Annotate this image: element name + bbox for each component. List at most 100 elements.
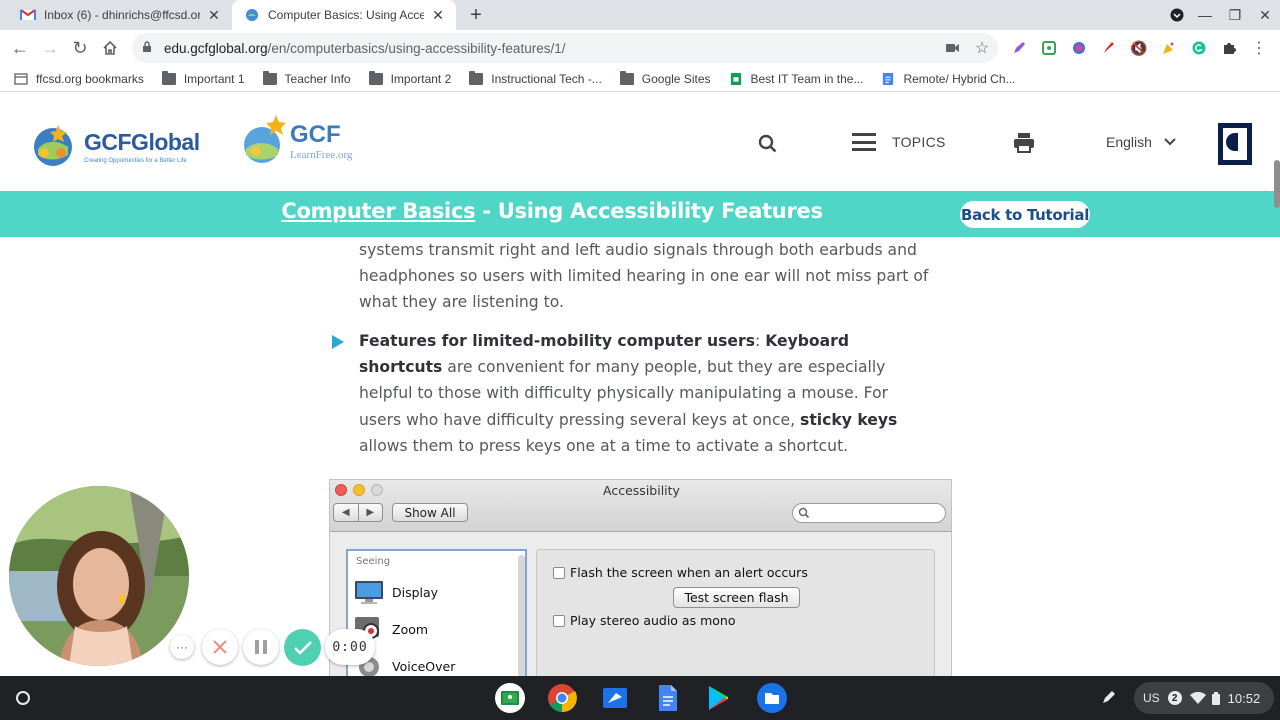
logo-brand-text: GCF bbox=[290, 121, 341, 148]
stylus-tools-icon[interactable] bbox=[1096, 684, 1122, 710]
cancel-recording-button[interactable] bbox=[202, 629, 238, 665]
gcf-learnfree-logo[interactable]: GCF LearnFree.org bbox=[242, 113, 382, 169]
mac-list-header: Seeing bbox=[356, 556, 391, 567]
search-icon[interactable] bbox=[757, 133, 779, 155]
bookmark-star-icon[interactable]: ☆ bbox=[973, 39, 991, 57]
term-sticky-keys: sticky keys bbox=[800, 410, 898, 429]
gmail-icon bbox=[20, 7, 36, 23]
status-tray[interactable]: US 2 10:52 bbox=[1134, 682, 1274, 714]
url-path: /en/computerbasics/using-accessibility-f… bbox=[267, 40, 566, 56]
new-tab-button[interactable]: + bbox=[465, 5, 487, 25]
party-extension-icon[interactable] bbox=[1160, 39, 1178, 57]
more-options-icon[interactable]: ··· bbox=[170, 635, 194, 659]
bookmark-ffcsd[interactable]: ffcsd.org bookmarks bbox=[14, 72, 144, 86]
forward-arrow-icon[interactable]: → bbox=[38, 36, 62, 60]
paragraph-hearing: systems transmit right and left audio si… bbox=[359, 241, 929, 312]
pause-recording-button[interactable] bbox=[243, 629, 279, 665]
bookmark-important-2[interactable]: Important 2 bbox=[368, 70, 452, 86]
profile-icon[interactable] bbox=[1162, 0, 1192, 30]
url-text[interactable]: edu.gcfglobal.org/en/computerbasics/usin… bbox=[164, 41, 565, 56]
tab-gmail[interactable]: Inbox (6) - dhinrichs@ffcsd.org - ✕ bbox=[8, 0, 232, 30]
screencast-icon[interactable] bbox=[599, 682, 631, 714]
mac-back-icon: ◀ bbox=[334, 504, 359, 521]
reload-icon[interactable]: ↻ bbox=[68, 36, 92, 60]
mac-stereo-mono-checkbox: Play stereo audio as mono bbox=[553, 613, 735, 628]
back-to-tutorial-button[interactable]: Back to Tutorial bbox=[960, 201, 1090, 228]
recording-timer: 0:00 bbox=[325, 629, 375, 665]
browser-toolbar: ← → ↻ edu.gcfglobal.org/en/computerbasic… bbox=[0, 30, 1280, 66]
bookmark-instructional-tech[interactable]: Instructional Tech -... bbox=[469, 70, 602, 86]
restore-icon[interactable]: ❐ bbox=[1220, 0, 1250, 30]
goodwill-logo[interactable] bbox=[1218, 123, 1252, 165]
bookmark-important-1[interactable]: Important 1 bbox=[161, 70, 245, 86]
gcf-globe-icon bbox=[244, 7, 260, 23]
classroom-extension-icon[interactable] bbox=[1040, 39, 1058, 57]
logo-tagline: Creating Opportunities for a Better Life bbox=[84, 157, 187, 164]
checkbox-label: Flash the screen when an alert occurs bbox=[570, 565, 808, 580]
mac-search-icon bbox=[798, 507, 810, 519]
lock-icon[interactable] bbox=[142, 40, 156, 56]
pen-extension-icon[interactable] bbox=[1010, 39, 1028, 57]
play-store-icon[interactable] bbox=[703, 682, 735, 714]
bookmark-label: Remote/ Hybrid Ch... bbox=[903, 71, 1016, 86]
webcam-bubble[interactable] bbox=[9, 486, 189, 666]
page-scrollbar-thumb[interactable] bbox=[1274, 160, 1280, 208]
mac-forward-icon: ▶ bbox=[366, 507, 375, 518]
accessibility-screenshot: Accessibility ◀ ▶ Show All Seeing Display… bbox=[329, 479, 952, 679]
bullet-text: allows them to press keys one at a time … bbox=[359, 436, 849, 455]
presenter-photo bbox=[9, 486, 189, 666]
bookmark-label: Instructional Tech -... bbox=[491, 71, 602, 86]
url-host: edu.gcfglobal.org bbox=[164, 40, 268, 56]
close-icon[interactable]: ✕ bbox=[430, 7, 446, 23]
bookmark-remote-hybrid[interactable]: Remote/ Hybrid Ch... bbox=[881, 71, 1016, 86]
home-icon[interactable] bbox=[98, 36, 122, 60]
puzzle-extensions-icon[interactable] bbox=[1220, 39, 1238, 57]
language-selector[interactable]: English bbox=[1106, 134, 1176, 150]
folder-icon bbox=[262, 70, 277, 85]
checkbox-box bbox=[553, 614, 565, 627]
minimize-icon[interactable]: — bbox=[1190, 0, 1220, 30]
bookmark-best-it-team[interactable]: Best IT Team in the... bbox=[729, 72, 863, 86]
gcfglobal-logo[interactable]: GCFGlobal Creating Opportunities for a B… bbox=[28, 123, 208, 169]
tab-strip: Inbox (6) - dhinrichs@ffcsd.org - ✕ Comp… bbox=[0, 0, 1280, 30]
close-window-icon[interactable]: ✕ bbox=[1250, 0, 1280, 30]
marker-extension-icon[interactable] bbox=[1100, 39, 1118, 57]
address-bar[interactable]: edu.gcfglobal.org/en/computerbasics/usin… bbox=[132, 33, 998, 63]
mac-list-scrollbar bbox=[518, 555, 525, 678]
mac-category-list: Seeing Display Zoom VoiceOver bbox=[346, 549, 527, 678]
tab-title: Inbox (6) - dhinrichs@ffcsd.org - bbox=[44, 8, 200, 22]
kebab-menu-icon[interactable]: ⋮ bbox=[1250, 39, 1268, 57]
bullet-colon: : bbox=[754, 332, 766, 350]
files-icon[interactable] bbox=[756, 682, 788, 714]
close-icon[interactable]: ✕ bbox=[206, 7, 222, 23]
finish-recording-button[interactable] bbox=[284, 629, 321, 666]
tab-gcf-active[interactable]: Computer Basics: Using Accessi ✕ bbox=[232, 0, 456, 30]
bookmark-label: ffcsd.org bookmarks bbox=[36, 71, 144, 86]
classroom-icon[interactable] bbox=[494, 682, 526, 714]
bookmark-google-sites[interactable]: Google Sites bbox=[619, 70, 711, 86]
site-header: GCFGlobal Creating Opportunities for a B… bbox=[0, 97, 1280, 191]
lesson-title: Computer Basics - Using Accessibility Fe… bbox=[0, 199, 1104, 223]
course-link[interactable]: Computer Basics bbox=[281, 199, 475, 223]
mute-icon[interactable]: 🔇 bbox=[1130, 39, 1148, 57]
back-arrow-icon[interactable]: ← bbox=[8, 36, 32, 60]
color-wheel-extension-icon[interactable] bbox=[1070, 39, 1088, 57]
mac-window-title: Accessibility bbox=[603, 483, 680, 498]
chrome-icon[interactable] bbox=[546, 682, 578, 714]
grammarly-icon[interactable] bbox=[1190, 39, 1208, 57]
bookmark-label: Important 2 bbox=[390, 71, 452, 86]
bookmark-label: Important 1 bbox=[183, 71, 245, 86]
checkbox-box bbox=[553, 566, 565, 579]
folder-icon bbox=[619, 70, 634, 85]
topics-menu-button[interactable]: TOPICS bbox=[852, 133, 946, 151]
launcher-button[interactable] bbox=[11, 686, 35, 710]
print-icon[interactable] bbox=[1013, 133, 1035, 153]
learnfree-globe-icon bbox=[244, 115, 286, 163]
docs-icon[interactable] bbox=[651, 682, 683, 714]
hamburger-icon bbox=[852, 133, 876, 151]
language-label: English bbox=[1106, 134, 1152, 150]
bookmark-teacher-info[interactable]: Teacher Info bbox=[262, 70, 351, 86]
camera-blocked-icon[interactable] bbox=[944, 39, 962, 57]
tab-title: Computer Basics: Using Accessi bbox=[268, 8, 424, 22]
mac-titlebar: Accessibility ◀ ▶ Show All bbox=[330, 480, 951, 532]
